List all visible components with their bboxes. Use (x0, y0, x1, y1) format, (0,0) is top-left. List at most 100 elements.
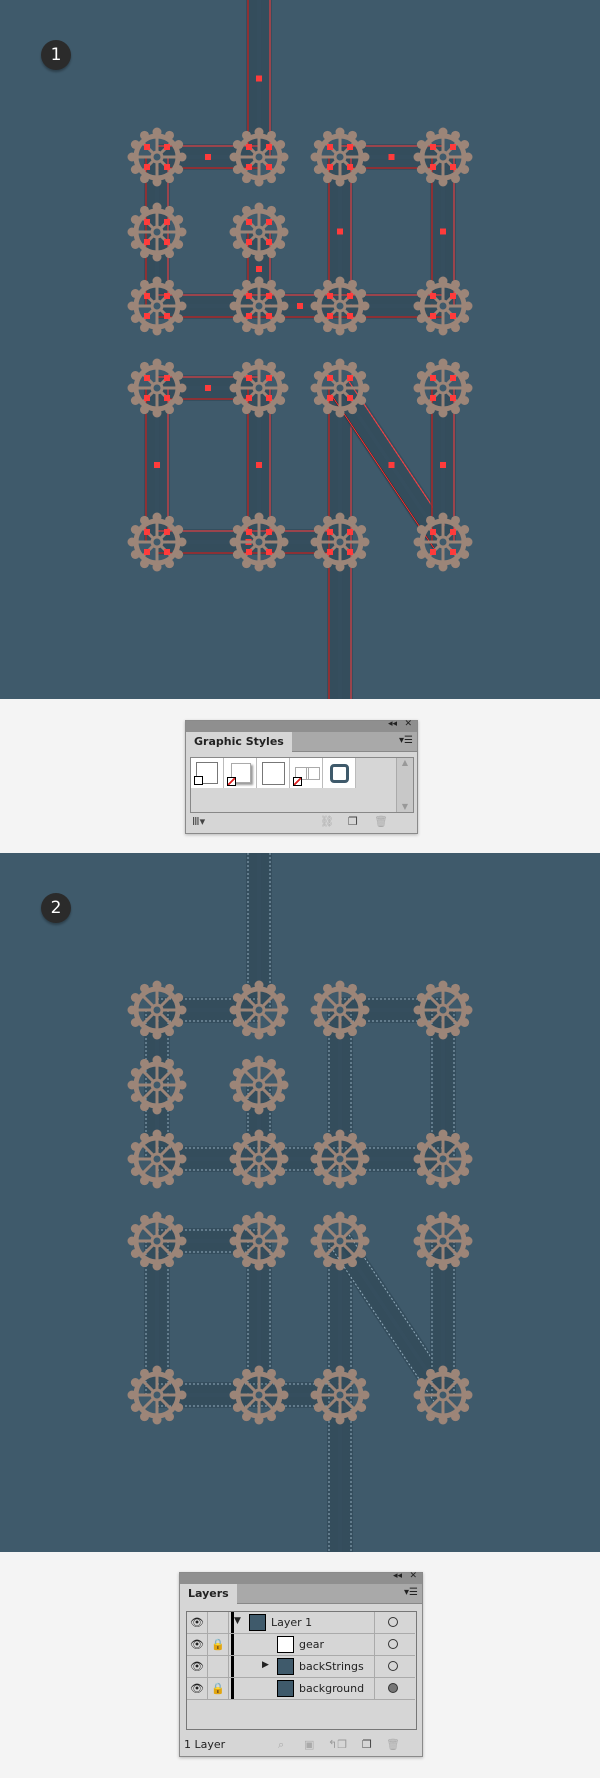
anchor-point (430, 144, 436, 150)
anchor-point (297, 303, 303, 309)
layers-panel: ◂◂ ✕ Layers ▾☰ 👁 ▼ Layer 1 👁 🔒 gear 👁 ▶ backString… (179, 1571, 423, 1757)
collapse-icon[interactable]: ◂◂ (393, 1571, 402, 1581)
eye-icon[interactable]: 👁 (187, 1612, 208, 1633)
library-icon[interactable]: Ⅲ▾ (192, 815, 205, 828)
close-icon[interactable]: ✕ (409, 1571, 417, 1581)
anchor-point (164, 549, 170, 555)
gear-icon (229, 1055, 289, 1115)
new-layer-icon[interactable]: ❐ (362, 1738, 372, 1751)
anchor-point (144, 164, 150, 170)
eye-icon[interactable]: 👁 (187, 1634, 208, 1655)
target-circle-icon[interactable] (388, 1639, 398, 1649)
gear-icon (127, 1211, 187, 1271)
break-link-icon[interactable]: ⛓ (320, 815, 334, 828)
gear-icon (413, 1211, 473, 1271)
anchor-point (430, 313, 436, 319)
artwork-step-1 (127, 0, 473, 699)
layer-count: 1 Layer (184, 1738, 226, 1751)
anchor-point (347, 529, 353, 535)
scrollbar[interactable]: ▲ ▼ (396, 758, 413, 812)
new-sublayer-icon[interactable]: ↰❐ (328, 1738, 347, 1751)
locate-object-icon[interactable]: ⌕ (278, 1738, 284, 1752)
anchor-point (246, 395, 252, 401)
layer-thumbnail (277, 1680, 294, 1697)
anchor-point (450, 375, 456, 381)
gear-icon (229, 1365, 289, 1425)
layer-thumbnail (277, 1658, 294, 1675)
target-circle-icon[interactable] (388, 1617, 398, 1627)
anchor-point (430, 164, 436, 170)
gear-icon (310, 980, 370, 1040)
layer-row[interactable]: 👁 🔒 gear (187, 1634, 415, 1656)
style-swatch-plain[interactable] (257, 758, 290, 788)
anchor-point (164, 144, 170, 150)
anchor-point (327, 375, 333, 381)
anchor-point (430, 293, 436, 299)
anchor-point (388, 154, 395, 160)
lock-icon[interactable]: 🔒 (208, 1634, 229, 1655)
anchor-point (205, 385, 211, 391)
eye-icon[interactable]: 👁 (187, 1678, 208, 1699)
new-style-icon[interactable]: ❐ (348, 815, 358, 828)
anchor-point (450, 164, 456, 170)
step-badge: 1 (41, 40, 71, 70)
layer-row[interactable]: 👁 ▶ backStrings (187, 1656, 415, 1678)
panel-menu-icon[interactable]: ▾☰ (399, 735, 413, 746)
anchor-point (327, 549, 333, 555)
anchor-point (246, 313, 252, 319)
gear-icon (127, 276, 187, 336)
gear-icon (127, 1365, 187, 1425)
gear-icon (229, 512, 289, 572)
target-circle-icon[interactable] (388, 1683, 398, 1693)
anchor-point (144, 395, 150, 401)
anchor-point (327, 313, 333, 319)
layer-name: Layer 1 (271, 1616, 313, 1629)
trash-icon[interactable]: 🗑 (386, 1738, 400, 1751)
make-clipping-mask-icon[interactable]: ▣ (304, 1738, 314, 1751)
trash-icon[interactable]: 🗑 (374, 815, 388, 828)
anchor-point (266, 529, 272, 535)
anchor-point (144, 549, 150, 555)
anchor-point (347, 375, 353, 381)
layer-name: backStrings (299, 1660, 364, 1673)
gear-icon (127, 358, 187, 418)
anchor-point (246, 144, 252, 150)
eye-icon[interactable]: 👁 (187, 1656, 208, 1677)
lock-icon[interactable]: 🔒 (208, 1678, 229, 1699)
gear-icon (310, 512, 370, 572)
artboard-step-2: 2 (0, 853, 600, 1552)
close-icon[interactable]: ✕ (404, 719, 412, 729)
anchor-point (144, 144, 150, 150)
anchor-point (205, 154, 211, 160)
anchor-point (266, 375, 272, 381)
gear-icon (127, 202, 187, 262)
layer-row[interactable]: 👁 🔒 background (187, 1678, 415, 1700)
gear-icon (229, 276, 289, 336)
tab-layers[interactable]: Layers (180, 1584, 237, 1604)
gear-icon (310, 1129, 370, 1189)
anchor-point (164, 313, 170, 319)
style-swatch-shadow[interactable] (224, 758, 257, 788)
lock-toggle[interactable] (208, 1612, 229, 1633)
layer-name: gear (299, 1638, 325, 1651)
gear-icon (413, 980, 473, 1040)
artboard-step-1: 1 (0, 0, 600, 699)
anchor-point (430, 395, 436, 401)
expanded-triangle-icon[interactable]: ▼ (234, 1616, 241, 1626)
step-badge: 2 (41, 893, 71, 923)
layer-row[interactable]: 👁 ▼ Layer 1 (187, 1612, 415, 1634)
tab-graphic-styles[interactable]: Graphic Styles (186, 732, 292, 752)
gear-icon (229, 127, 289, 187)
gear-icon (229, 980, 289, 1040)
style-swatch-default[interactable] (191, 758, 224, 788)
panel-menu-icon[interactable]: ▾☰ (404, 1587, 418, 1598)
collapse-icon[interactable]: ◂◂ (388, 719, 397, 729)
target-circle-icon[interactable] (388, 1661, 398, 1671)
style-swatch-offset[interactable] (290, 758, 323, 788)
collapsed-triangle-icon[interactable]: ▶ (262, 1660, 269, 1670)
gear-icon (413, 127, 473, 187)
anchor-point (144, 293, 150, 299)
lock-toggle[interactable] (208, 1656, 229, 1677)
layer-thumbnail (249, 1614, 266, 1631)
style-swatch-string[interactable] (323, 758, 356, 788)
